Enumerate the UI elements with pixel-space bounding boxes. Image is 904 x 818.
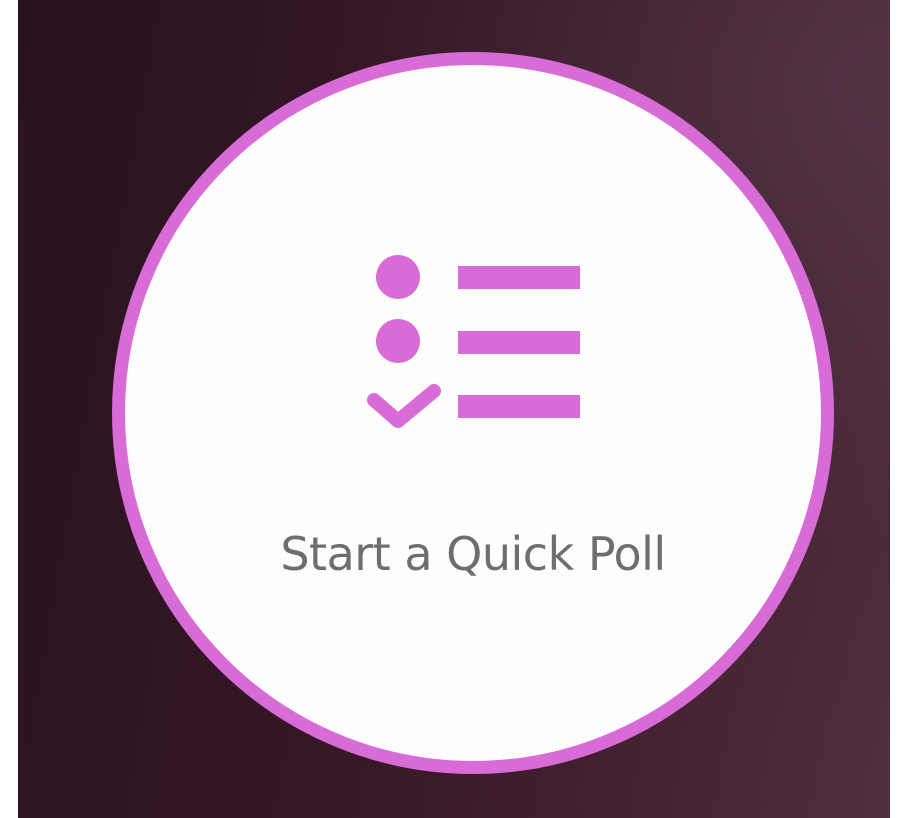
poll-option-dot-icon <box>376 319 420 363</box>
poll-option-line <box>458 331 580 354</box>
start-quick-poll-button[interactable]: Start a Quick Poll <box>112 52 834 774</box>
start-quick-poll-label: Start a Quick Poll <box>280 527 666 581</box>
poll-option-dot-icon <box>376 255 420 299</box>
background-panel: Start a Quick Poll <box>18 0 890 818</box>
check-icon <box>367 384 441 428</box>
poll-option-line <box>458 266 580 289</box>
poll-list-icon <box>367 255 580 428</box>
poll-option-line <box>458 395 580 418</box>
